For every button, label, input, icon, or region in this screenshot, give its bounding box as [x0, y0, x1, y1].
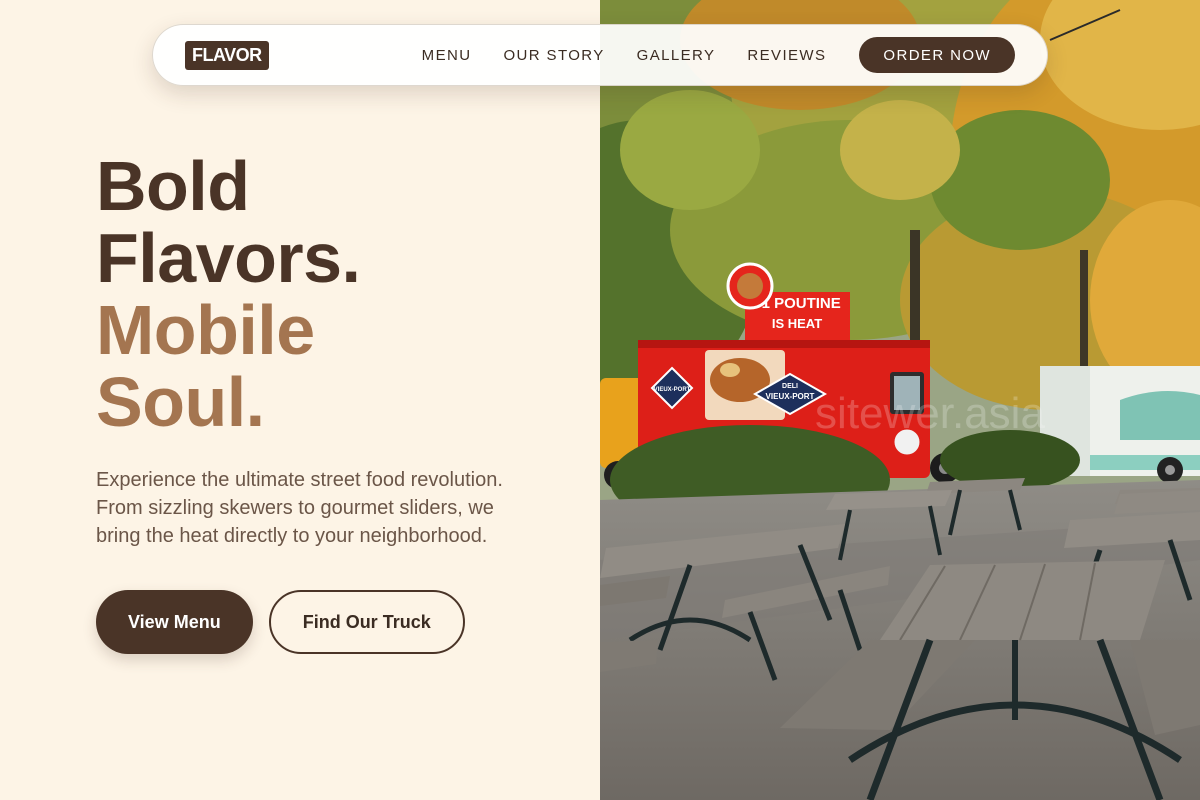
- hero-description: Experience the ultimate street food revo…: [96, 469, 503, 547]
- nav-link-our-story[interactable]: OUR STORY: [503, 47, 604, 64]
- truck-deli-text: DELI: [782, 383, 798, 390]
- view-menu-button[interactable]: View Menu: [96, 590, 253, 654]
- order-now-button[interactable]: ORDER NOW: [859, 37, 1015, 73]
- headline-line-3: Mobile: [96, 291, 315, 369]
- truck-brand-text: VIEUX-PORT: [766, 392, 815, 401]
- headline-line-4: Soul.: [96, 363, 265, 441]
- top-navigation: FLAVOR MENU OUR STORY GALLERY REVIEWS OR…: [152, 24, 1048, 86]
- cta-row: View Menu Find Our Truck: [96, 590, 566, 654]
- headline-line-2: Flavors.: [96, 219, 361, 297]
- hero-image: #1 POUTINE IS HEAT VIEUX-PORT DELI VIEUX…: [600, 0, 1200, 800]
- nav-link-menu[interactable]: MENU: [422, 47, 472, 64]
- nav-link-gallery[interactable]: GALLERY: [637, 47, 716, 64]
- hero-section: Bold Flavors. Mobile Soul. Experience th…: [96, 150, 566, 654]
- landing-page: #1 POUTINE IS HEAT VIEUX-PORT DELI VIEUX…: [0, 0, 1200, 800]
- truck-sign-subtext: IS HEAT: [772, 316, 822, 331]
- hero-headline: Bold Flavors. Mobile Soul.: [96, 150, 566, 438]
- truck-brand-small: VIEUX-PORT: [654, 387, 691, 393]
- headline-line-1: Bold: [96, 147, 250, 225]
- brand-logo[interactable]: FLAVOR: [185, 40, 269, 70]
- photo-watermark: sitewer.asia: [815, 389, 1045, 438]
- find-our-truck-button[interactable]: Find Our Truck: [268, 590, 465, 654]
- nav-links: MENU OUR STORY GALLERY REVIEWS: [422, 47, 827, 64]
- nav-link-reviews[interactable]: REVIEWS: [747, 47, 826, 64]
